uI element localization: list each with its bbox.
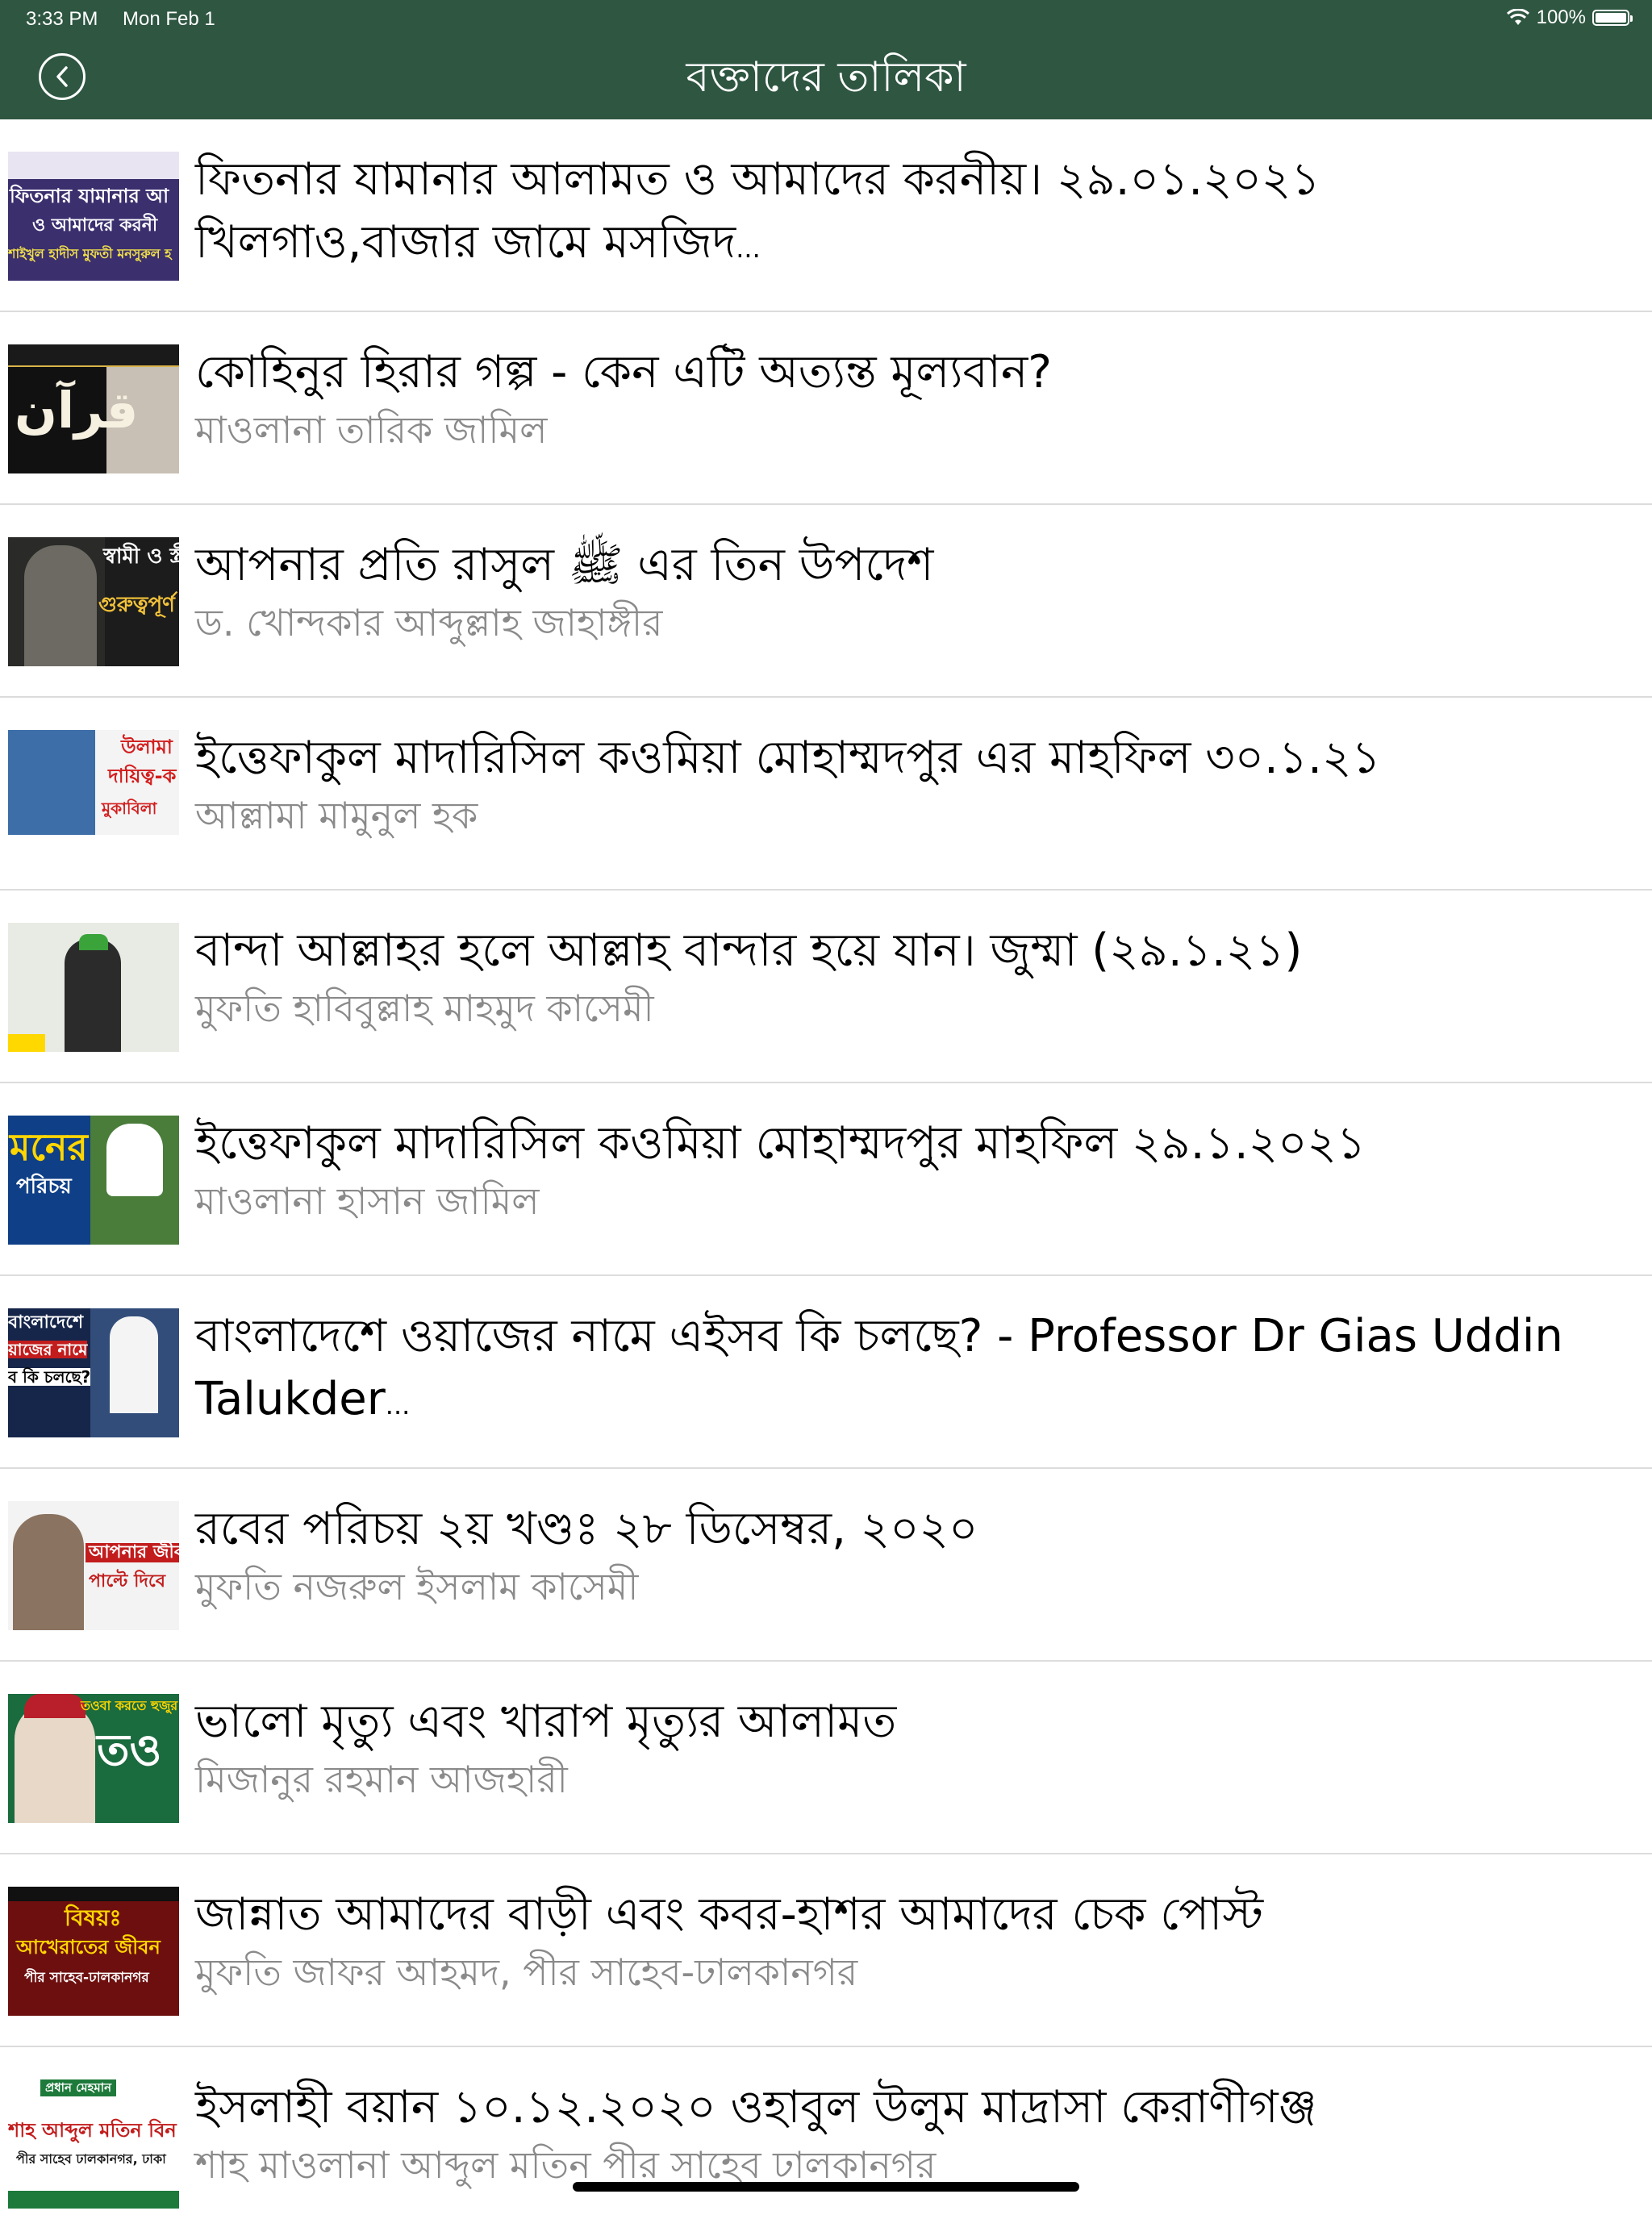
thumbnail: বাংলাদেশে য়াজের নামে ব কি চলছে? [8, 1308, 179, 1437]
speaker-name: মিজানুর রহমান আজহারী [195, 1758, 568, 1801]
speaker-name: মুফতি জাফর আহমদ, পীর সাহেব-ঢালকানগর [195, 1950, 858, 1994]
lecture-title: ভালো মৃত্যু এবং খারাপ মৃত্যুর আলামত [195, 1696, 897, 1748]
thumbnail-text: স্বামী ও স্ত্রী [103, 544, 179, 569]
thumbnail-text: শাইখুল হাদীস মুফতী মনসুরুল হ [8, 246, 172, 261]
thumbnail: قرآن [8, 344, 179, 473]
thumbnail-text: বাংলাদেশে [8, 1312, 84, 1333]
lecture-title: ফিতনার যামানার আলামত ও আমাদের করনীয়। ২৯… [195, 153, 1320, 269]
thumbnail-text: মুকাবিলা [102, 799, 157, 818]
lecture-title: রবের পরিচয় ২য় খণ্ডঃ ২৮ ডিসেম্বর, ২০২০ [195, 1503, 978, 1555]
thumbnail-text: ফিতনার যামানার আ [10, 185, 169, 207]
list-item[interactable]: আপনার জীব পাল্টে দিবে রবের পরিচয় ২য় খণ… [0, 1469, 1652, 1662]
thumbnail-text: আখেরাতের জীবন [16, 1936, 161, 1958]
speaker-name: মুফতি হাবিবুল্লাহ মাহমুদ কাসেমী [195, 987, 654, 1030]
lecture-list: ফিতনার যামানার আ ও আমাদের করনী শাইখুল হা… [0, 119, 1652, 2240]
thumbnail [8, 923, 179, 1052]
thumbnail: প্রধান মেহমান শাহ আব্দুল মতিন বিন হুসাইন… [8, 2079, 179, 2209]
speaker-name: ড. খোন্দকার আব্দুল্লাহ জাহাঙ্গীর [195, 601, 663, 644]
thumbnail-text: পাল্টে দিবে [89, 1571, 166, 1591]
wifi-icon [1506, 9, 1529, 25]
thumbnail-text: গুরুত্বপূর্ণ [98, 593, 175, 617]
thumbnail-text: পীর সাহেব-ঢালকানগর [24, 1970, 149, 1986]
status-time: 3:33 PM [26, 8, 98, 30]
thumbnail-text: قرآن [15, 381, 139, 440]
thumbnail: স্বামী ও স্ত্রী গুরুত্বপূর্ণ [8, 537, 179, 666]
list-item[interactable]: قرآن কোহিনুর হিরার গল্প - কেন এটি অত্যন্… [0, 312, 1652, 505]
thumbnail: তওবা করতে হুজুর লাগে তও [8, 1694, 179, 1823]
speaker-name: আল্লামা মামুনুল হক [195, 794, 478, 837]
thumbnail-text: ও আমাদের করনী [32, 215, 158, 236]
list-item[interactable]: স্বামী ও স্ত্রী গুরুত্বপূর্ণ আপনার প্রতি… [0, 505, 1652, 698]
lecture-title: বান্দা আল্লাহর হলে আল্লাহ বান্দার হয়ে য… [195, 924, 1303, 977]
lecture-title: ইসলাহী বয়ান ১০.১২.২০২০ ওহাবুল উলুম মাদ্… [195, 2081, 1317, 2134]
list-item[interactable]: তওবা করতে হুজুর লাগে তও ভালো মৃত্যু এবং … [0, 1662, 1652, 1854]
nav-bar: বক্তাদের তালিকা [0, 37, 1652, 119]
thumbnail: বিষয়ঃ আখেরাতের জীবন পীর সাহেব-ঢালকানগর [8, 1887, 179, 2016]
thumbnail-text: বিষয়ঃ [65, 1904, 122, 1931]
thumbnail-text: য়াজের নামে [8, 1340, 88, 1359]
thumbnail-text: উলামা [121, 736, 173, 758]
home-indicator[interactable] [573, 2182, 1079, 2192]
speaker-name: মাওলানা হাসান জামিল [195, 1179, 540, 1223]
status-bar: 3:33 PM Mon Feb 1 100% [0, 0, 1652, 37]
lecture-title: কোহিনুর হিরার গল্প - কেন এটি অত্যন্ত মূল… [195, 346, 1053, 398]
speaker-name: মাওলানা তারিক জামিল [195, 408, 548, 452]
list-item[interactable]: বান্দা আল্লাহর হলে আল্লাহ বান্দার হয়ে য… [0, 891, 1652, 1083]
lecture-title: বাংলাদেশে ওয়াজের নামে এইসব কি চলছে? - P… [195, 1310, 1563, 1425]
lecture-title: আপনার প্রতি রাসুল ﷺ এর তিন উপদেশ [195, 539, 934, 591]
thumbnail-text: তও [97, 1725, 162, 1775]
speaker-name: মুফতি নজরুল ইসলাম কাসেমী [195, 1565, 639, 1608]
list-item[interactable]: বিষয়ঃ আখেরাতের জীবন পীর সাহেব-ঢালকানগর … [0, 1854, 1652, 2047]
thumbnail: মনের পরিচয় [8, 1116, 179, 1245]
lecture-title: জান্নাত আমাদের বাড়ী এবং কবর-হাশর আমাদের… [195, 1888, 1264, 1941]
list-item[interactable]: উলামা দায়িত্ব-ক মুকাবিলা ইত্তেফাকুল মাদ… [0, 698, 1652, 891]
list-item[interactable]: প্রধান মেহমান শাহ আব্দুল মতিন বিন হুসাইন… [0, 2047, 1652, 2240]
thumbnail: ফিতনার যামানার আ ও আমাদের করনী শাইখুল হা… [8, 152, 179, 281]
lecture-title: ইত্তেফাকুল মাদারিসিল কওমিয়া মোহাম্মদপুর… [195, 732, 1381, 784]
list-item[interactable]: ফিতনার যামানার আ ও আমাদের করনী শাইখুল হা… [0, 119, 1652, 312]
list-item[interactable]: মনের পরিচয় ইত্তেফাকুল মাদারিসিল কওমিয়া… [0, 1083, 1652, 1276]
battery-icon [1592, 10, 1633, 26]
thumbnail-text: পীর সাহেব ঢালকানগর, ঢাকা [16, 2151, 166, 2167]
battery-percent: 100% [1536, 6, 1586, 28]
thumbnail-text: শাহ আব্দুল মতিন বিন হুসাইন [8, 2119, 179, 2142]
thumbnail-text: পরিচয় [16, 1174, 72, 1199]
thumbnail: আপনার জীব পাল্টে দিবে [8, 1501, 179, 1630]
page-title: বক্তাদের তালিকা [686, 53, 966, 102]
thumbnail-text: তওবা করতে হুজুর লাগে [81, 1698, 179, 1713]
status-date: Mon Feb 1 [123, 8, 215, 30]
status-right: 100% [1506, 6, 1633, 29]
thumbnail: উলামা দায়িত্ব-ক মুকাবিলা [8, 730, 179, 859]
thumbnail-text: ব কি চলছে? [8, 1367, 91, 1387]
thumbnail-text: দায়িত্ব-ক [108, 765, 177, 787]
thumbnail-text: প্রধান মেহমান [40, 2079, 117, 2096]
list-item[interactable]: বাংলাদেশে য়াজের নামে ব কি চলছে? বাংলাদে… [0, 1276, 1652, 1469]
lecture-title: ইত্তেফাকুল মাদারিসিল কওমিয়া মোহাম্মদপুর… [195, 1117, 1366, 1170]
thumbnail-text: মনের [10, 1125, 88, 1169]
thumbnail-text: আপনার জীব [86, 1542, 179, 1563]
